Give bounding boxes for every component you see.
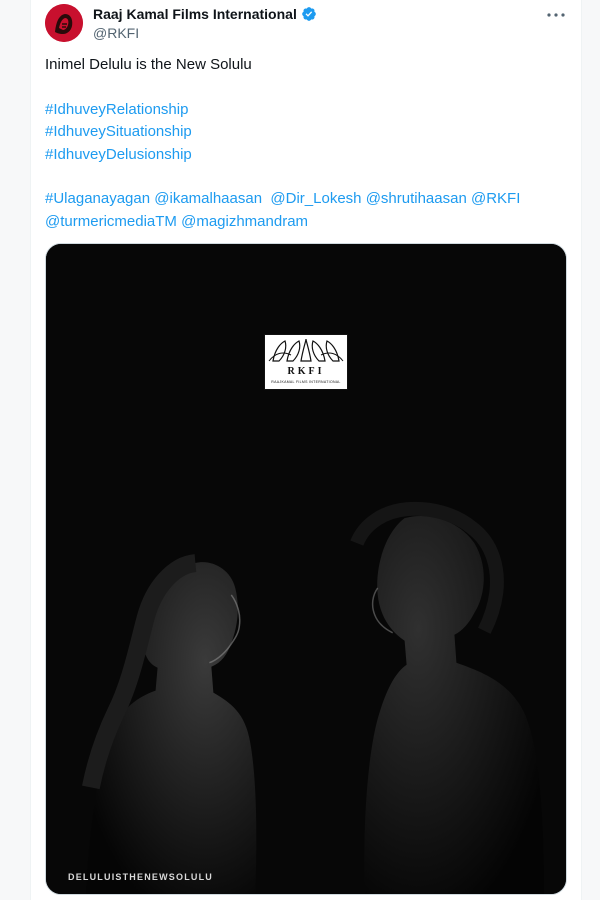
mentions-line-1: #Ulaganayagan @ikamalhaasan @Dir_Lokesh … — [45, 188, 565, 210]
author-name[interactable]: Raaj Kamal Films International — [93, 6, 297, 22]
mention-link[interactable]: @ikamalhaasan — [154, 190, 262, 207]
mention-link[interactable]: @RKFI — [471, 190, 520, 207]
avatar[interactable] — [45, 4, 83, 42]
hashtag-link[interactable]: #IdhuveyDelusionship — [45, 144, 565, 166]
author-name-row[interactable]: Raaj Kamal Films International — [93, 6, 317, 22]
lotus-logo-icon — [268, 338, 344, 362]
mention-link[interactable]: @Dir_Lokesh — [270, 190, 361, 207]
hashtag-link[interactable]: #IdhuveyRelationship — [45, 99, 565, 121]
tweet-card[interactable]: Raaj Kamal Films International @RKFI Ini… — [30, 0, 582, 900]
page: Raaj Kamal Films International @RKFI Ini… — [0, 0, 600, 900]
tweet-media-image[interactable]: RKFI RAAJKAMAL FILMS INTERNATIONAL DELUL… — [45, 243, 567, 895]
rkfi-logo: RKFI RAAJKAMAL FILMS INTERNATIONAL — [264, 334, 348, 390]
tweet-text-line: Inimel Delulu is the New Solulu — [45, 56, 252, 73]
mention-link[interactable]: @turmericmediaTM — [45, 213, 177, 230]
mention-link[interactable]: @shrutihaasan — [366, 190, 467, 207]
mentions-line-2: @turmericmediaTM @magizhmandram — [45, 211, 565, 233]
poster-caption: DELULUISTHENEWSOLULU — [68, 872, 213, 882]
logo-subtext: RAAJKAMAL FILMS INTERNATIONAL — [271, 380, 341, 384]
author-handle[interactable]: @RKFI — [93, 25, 139, 41]
tweet-text: Inimel Delulu is the New Solulu #Idhuvey… — [45, 54, 565, 233]
hashtag-link[interactable]: #Ulaganayagan — [45, 190, 150, 207]
mention-link[interactable]: @magizhmandram — [181, 213, 308, 230]
verified-badge-icon — [302, 7, 316, 21]
more-options-icon[interactable] — [545, 8, 567, 22]
hashtag-link[interactable]: #IdhuveySituationship — [45, 121, 565, 143]
logo-wordmark: RKFI — [287, 366, 325, 377]
